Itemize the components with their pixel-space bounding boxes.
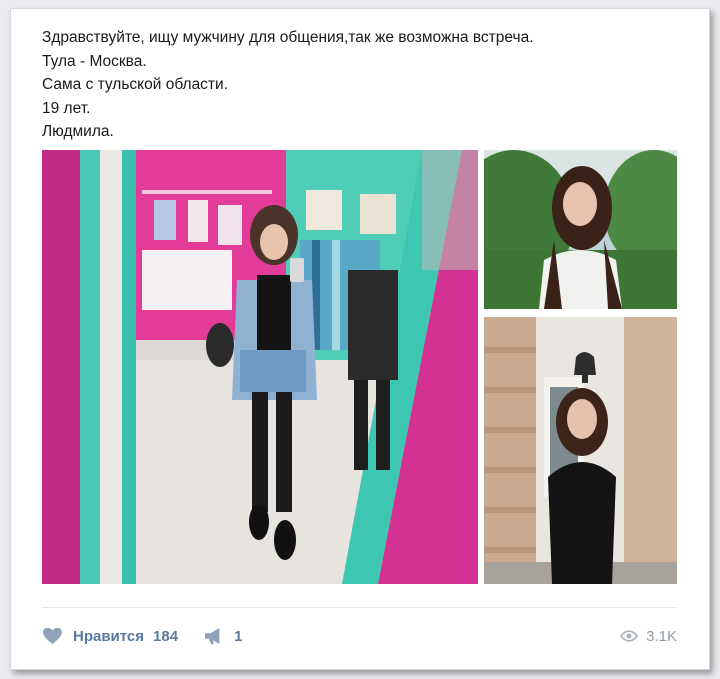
post-line: Сама с тульской области. bbox=[42, 76, 228, 93]
post-card: Здравствуйте, ищу мужчину для общения,та… bbox=[10, 8, 710, 670]
post-text: Здравствуйте, ищу мужчину для общения,та… bbox=[42, 26, 534, 144]
views-counter: 3.1K bbox=[620, 624, 677, 648]
street-photo[interactable] bbox=[484, 317, 677, 584]
post-line: Тула - Москва. bbox=[42, 52, 147, 70]
like-count: 184 bbox=[153, 627, 179, 645]
megaphone-icon bbox=[205, 627, 220, 645]
portrait-photo[interactable] bbox=[484, 150, 677, 309]
share-button[interactable]: 1 bbox=[204, 627, 242, 645]
post-line: Здравствуйте, ищу мужчину для общения,та… bbox=[42, 29, 534, 46]
post-actions: Нравится 184 1 3.1K bbox=[42, 624, 677, 648]
views-count: 3.1K bbox=[646, 627, 677, 645]
like-label: Нравится bbox=[73, 627, 145, 645]
post-line: 19 лет. bbox=[42, 99, 91, 117]
eye-icon bbox=[620, 630, 639, 642]
share-count: 1 bbox=[234, 627, 243, 645]
like-button[interactable]: Нравится 184 bbox=[42, 627, 178, 645]
mirror-selfie-photo[interactable] bbox=[42, 150, 478, 584]
post-line: Людмила. bbox=[42, 123, 114, 140]
divider bbox=[42, 607, 677, 608]
heart-icon bbox=[43, 627, 62, 645]
